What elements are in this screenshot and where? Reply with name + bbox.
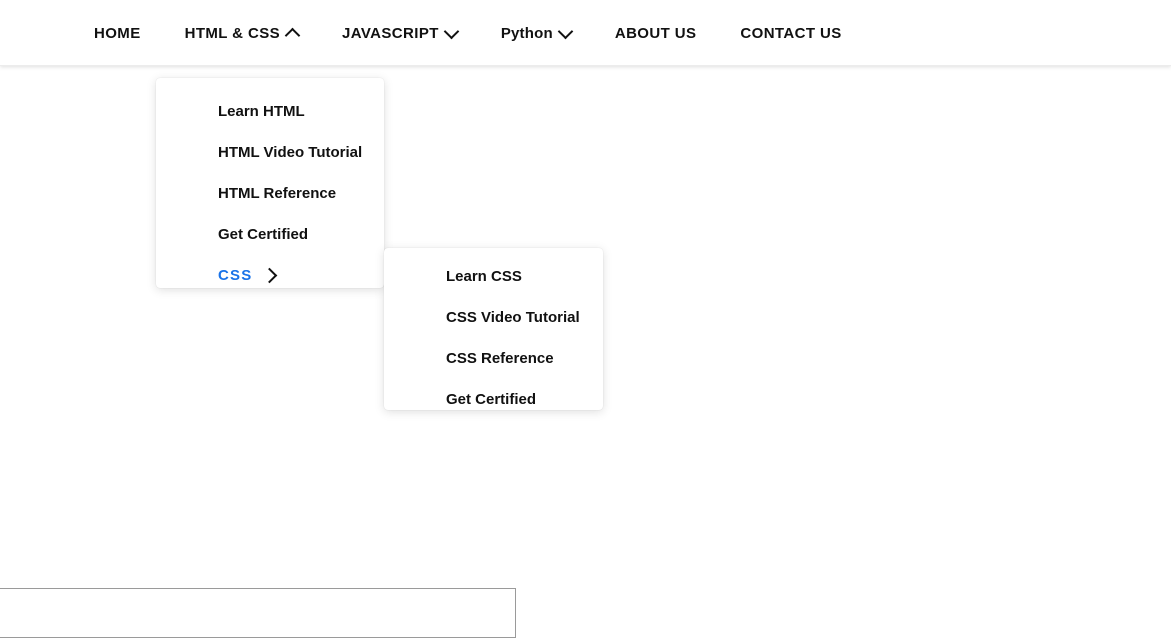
nav-item-label: JAVASCRIPT: [342, 24, 439, 42]
menu-item-html-reference[interactable]: HTML Reference: [156, 173, 384, 214]
menu-item-css-reference[interactable]: CSS Reference: [384, 338, 603, 379]
nav-item-list: HOME HTML & CSS JAVASCRIPT Python ABOUT …: [94, 0, 842, 66]
dropdown-menu-html-css: Learn HTML HTML Video Tutorial HTML Refe…: [156, 78, 384, 288]
chevron-down-icon: [557, 23, 574, 39]
submenu-css: Learn CSS CSS Video Tutorial CSS Referen…: [384, 248, 603, 410]
menu-item-label: CSS Video Tutorial: [446, 309, 580, 326]
nav-item-label: CONTACT US: [740, 24, 842, 42]
nav-item-contact-us[interactable]: CONTACT US: [740, 20, 841, 47]
menu-item-label: CSS Reference: [446, 350, 554, 367]
main-navigation-bar: HOME HTML & CSS JAVASCRIPT Python ABOUT …: [0, 0, 1171, 66]
page-content-box: [0, 588, 516, 638]
menu-item-learn-css[interactable]: Learn CSS: [384, 256, 603, 297]
chevron-down-icon: [443, 23, 460, 39]
nav-item-javascript[interactable]: JAVASCRIPT: [342, 20, 460, 47]
nav-item-label: HTML & CSS: [184, 24, 281, 42]
menu-item-label: HTML Video Tutorial: [218, 144, 363, 161]
menu-item-label: CSS: [218, 267, 253, 284]
menu-item-label: Get Certified: [446, 391, 537, 408]
menu-item-label: Get Certified: [218, 226, 309, 243]
menu-item-css-video-tutorial[interactable]: CSS Video Tutorial: [384, 297, 603, 338]
nav-item-home[interactable]: HOME: [94, 20, 141, 47]
nav-item-label: HOME: [94, 24, 141, 42]
menu-item-css[interactable]: CSS: [156, 255, 384, 296]
menu-item-get-certified[interactable]: Get Certified: [384, 379, 603, 420]
menu-item-get-certified[interactable]: Get Certified: [156, 214, 384, 255]
menu-item-label: HTML Reference: [218, 185, 337, 202]
menu-item-label: Learn CSS: [446, 268, 522, 285]
nav-item-label: ABOUT US: [614, 24, 697, 42]
chevron-up-icon: [284, 27, 301, 43]
menu-item-html-video-tutorial[interactable]: HTML Video Tutorial: [156, 132, 384, 173]
nav-item-python[interactable]: Python: [500, 20, 574, 47]
nav-item-about-us[interactable]: ABOUT US: [615, 20, 697, 47]
menu-item-learn-html[interactable]: Learn HTML: [156, 91, 384, 132]
nav-item-label: Python: [500, 24, 553, 42]
menu-item-label: Learn HTML: [218, 103, 305, 120]
nav-item-html-css[interactable]: HTML & CSS: [184, 20, 301, 47]
chevron-right-icon: [262, 267, 278, 284]
